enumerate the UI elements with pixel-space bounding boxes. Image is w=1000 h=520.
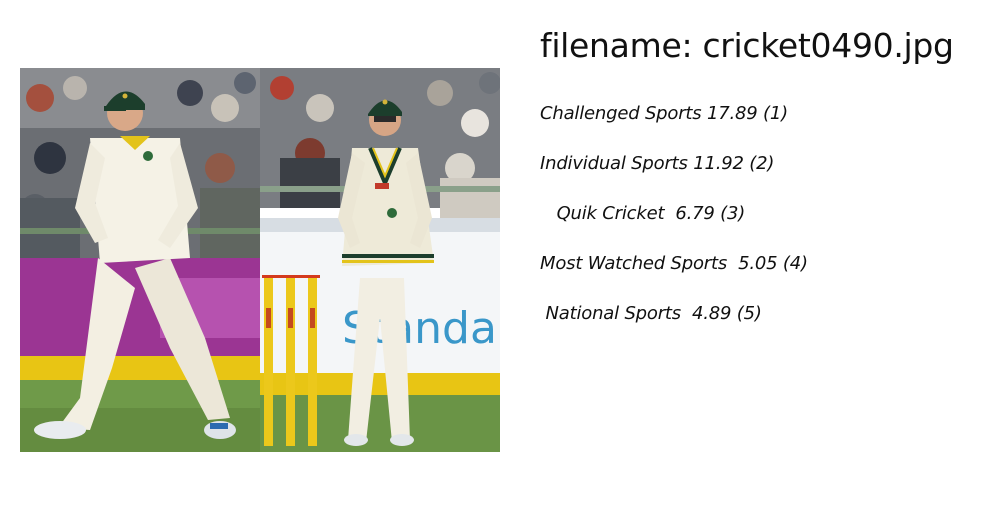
prediction-1: Challenged Sports 17.89 (1) [540,103,788,124]
prediction-5: National Sports 4.89 (5) [540,303,762,324]
prediction-2: Individual Sports 11.92 (2) [540,153,775,174]
prediction-3: Quik Cricket 6.79 (3) [540,203,746,224]
cricket-photo-image: Standa [20,68,500,452]
left-panel [20,68,260,452]
filename-label: filename: cricket0490.jpg [540,26,954,65]
cricket-photo: Standa [20,68,500,452]
stumps [262,275,320,446]
right-panel: Standa [260,68,500,452]
prediction-4: Most Watched Sports 5.05 (4) [540,253,808,274]
